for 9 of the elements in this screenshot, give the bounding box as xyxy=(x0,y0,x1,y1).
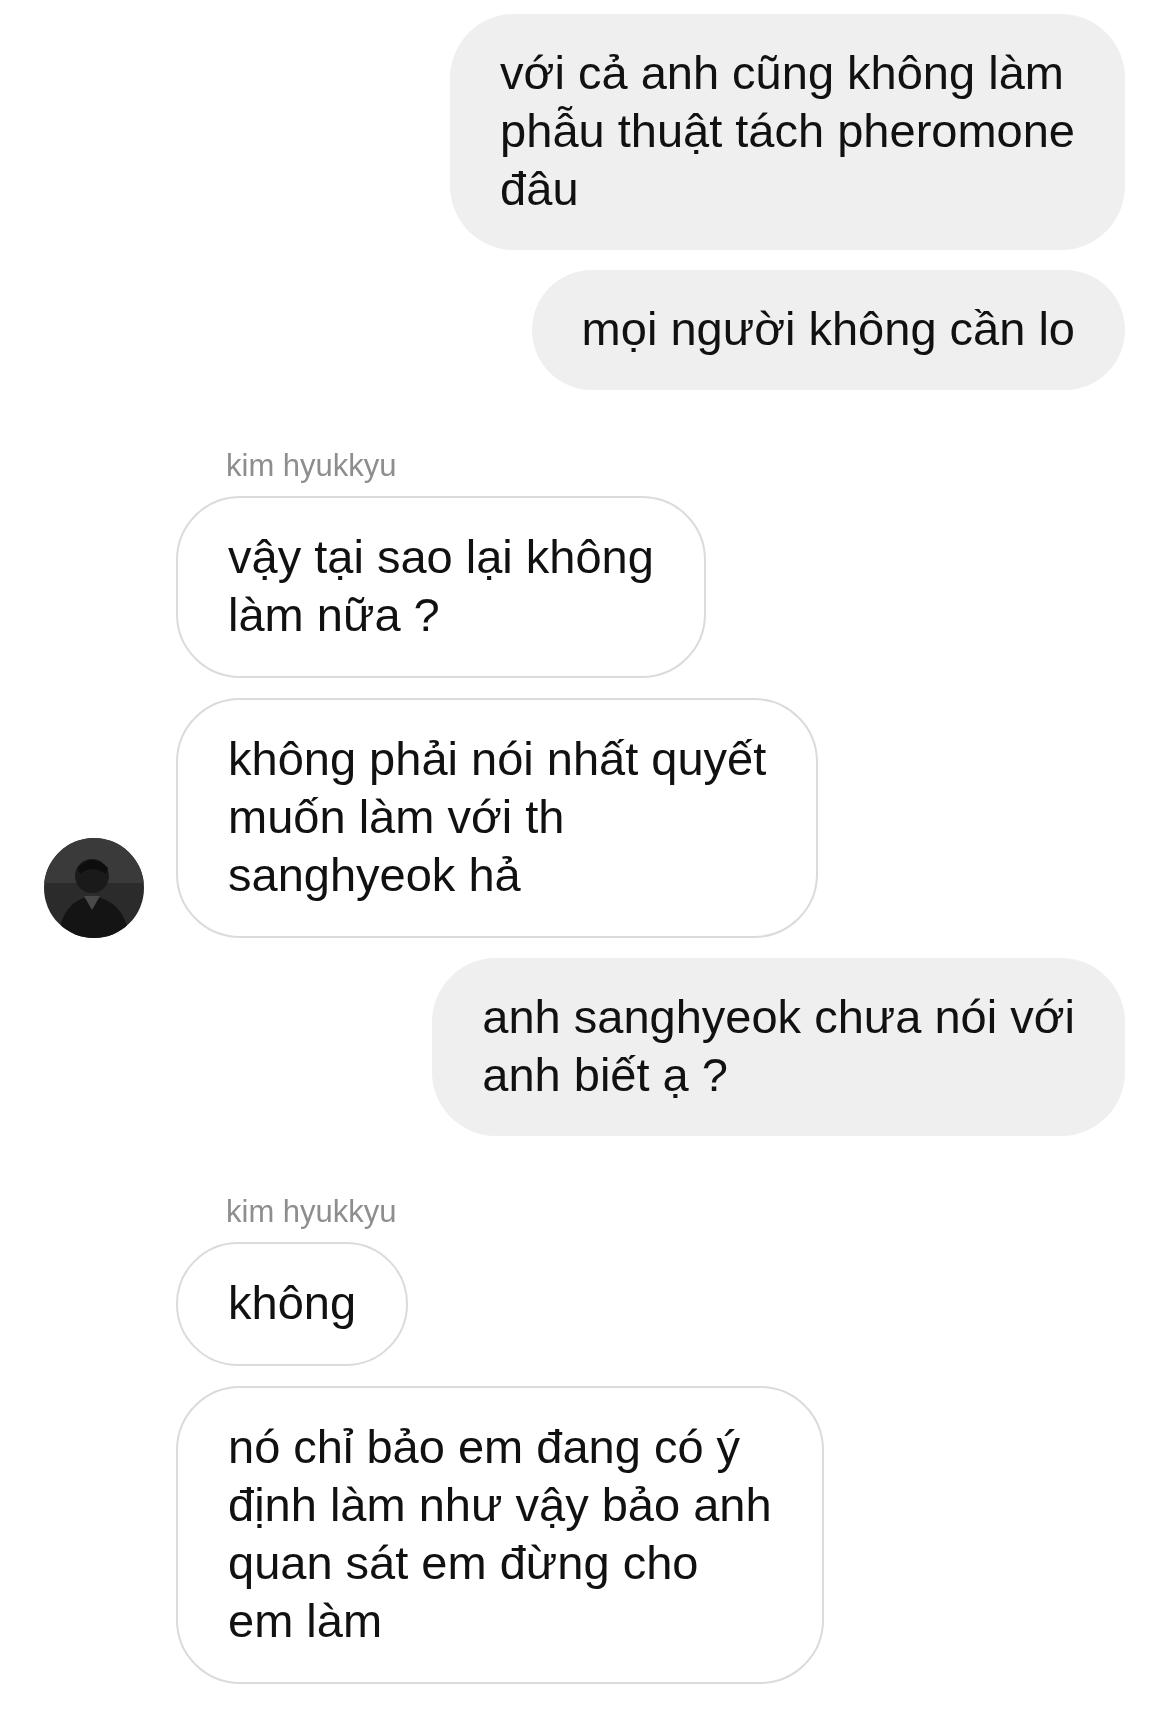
message-bubble: với cả anh cũng không làm phẫu thuật tách pheromone đâu xyxy=(450,14,1125,250)
message-bubble: nó chỉ bảo em đang có ý định làm như vậy bảo anh quan sát em đừng cho em làm xyxy=(176,1386,824,1684)
message-bubble: mọi người không cần lo xyxy=(531,270,1125,390)
sender-name: kim hyukkyu xyxy=(226,1194,397,1230)
message-bubble: không phải nói nhất quyết muốn làm với th sanghyeok hả xyxy=(176,698,819,938)
sender-name: kim hyukkyu xyxy=(226,448,397,484)
message-bubble: vậy tại sao lại không làm nữa ? xyxy=(176,496,706,678)
message-bubble: không xyxy=(176,1242,409,1366)
message-bubble: anh sanghyeok chưa nói với anh biết ạ ? xyxy=(432,958,1125,1136)
